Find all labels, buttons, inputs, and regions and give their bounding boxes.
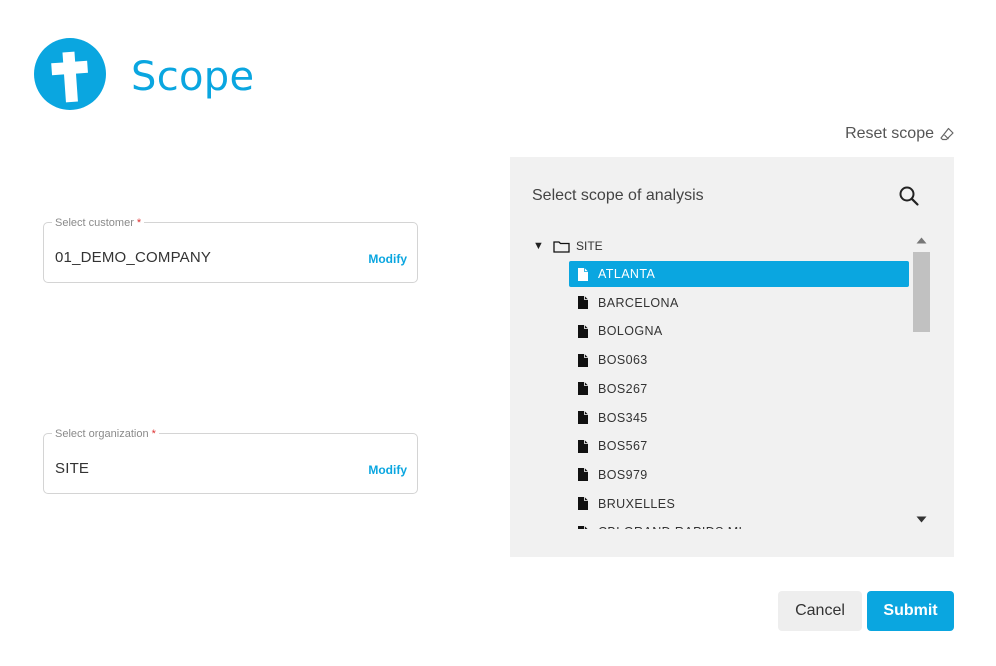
- tree-scrollbar[interactable]: [911, 230, 932, 529]
- cross-logo-icon: [34, 38, 106, 110]
- organization-value: SITE: [55, 460, 90, 477]
- modify-customer-button[interactable]: Modify: [368, 252, 407, 266]
- tree-item[interactable]: CBI GRAND RAPIDS MI: [569, 519, 909, 529]
- tree-item-label: BOS063: [598, 353, 648, 368]
- cancel-button[interactable]: Cancel: [778, 591, 862, 631]
- submit-button[interactable]: Submit: [867, 591, 954, 631]
- organization-label-text: Select organization: [55, 428, 149, 440]
- modify-organization-button[interactable]: Modify: [368, 463, 407, 477]
- search-icon[interactable]: [898, 185, 920, 207]
- customer-field-label: Select customer *: [52, 217, 145, 229]
- file-icon: [578, 353, 588, 367]
- tree-item-label: ATLANTA: [598, 267, 656, 281]
- file-icon: [578, 525, 588, 529]
- tree-item-label: BOLOGNA: [598, 324, 663, 339]
- tree-item[interactable]: BOS979: [569, 462, 909, 488]
- scope-heading: Select scope of analysis: [532, 187, 704, 204]
- tree-item[interactable]: BOS063: [569, 347, 909, 373]
- tree-item-label: BOS567: [598, 439, 648, 454]
- tree-item[interactable]: BOLOGNA: [569, 318, 909, 344]
- file-icon: [578, 497, 588, 511]
- organization-field: Select organization * SITE Modify: [43, 428, 418, 494]
- tree-item[interactable]: BARCELONA: [569, 290, 909, 316]
- customer-label-text: Select customer: [55, 217, 134, 229]
- scope-panel: Select scope of analysis ▼ SITE ATLANTA B…: [510, 157, 954, 557]
- organization-field-label: Select organization *: [52, 428, 159, 440]
- file-icon: [578, 267, 588, 281]
- file-icon: [578, 296, 588, 310]
- tree-item[interactable]: ATLANTA: [569, 261, 909, 287]
- customer-value: 01_DEMO_COMPANY: [55, 249, 212, 266]
- file-icon: [578, 439, 588, 453]
- customer-field: Select customer * 01_DEMO_COMPANY Modify: [43, 217, 418, 283]
- eraser-icon: [940, 127, 954, 141]
- tree-item[interactable]: BRUXELLES: [569, 491, 909, 517]
- tree-item-label: BRUXELLES: [598, 496, 676, 511]
- scrollbar-thumb[interactable]: [913, 252, 930, 332]
- page-title: Scope: [131, 54, 255, 100]
- file-icon: [578, 324, 588, 338]
- expand-toggle-icon[interactable]: ▼: [533, 240, 547, 252]
- tree-root-label: SITE: [576, 239, 603, 253]
- tree-item-label: BARCELONA: [598, 295, 679, 310]
- reset-scope-link[interactable]: Reset scope: [845, 125, 955, 143]
- file-icon: [578, 382, 588, 396]
- reset-scope-label: Reset scope: [845, 125, 934, 142]
- scroll-up-icon[interactable]: [911, 230, 932, 250]
- tree-item[interactable]: BOS345: [569, 405, 909, 431]
- required-marker: *: [136, 217, 142, 229]
- scroll-down-icon[interactable]: [911, 509, 932, 529]
- folder-icon: [553, 240, 570, 253]
- file-icon: [578, 468, 588, 482]
- required-marker: *: [151, 428, 156, 440]
- tree-item-label: BOS979: [598, 467, 648, 482]
- tree-item-label: BOS267: [598, 381, 648, 396]
- scope-tree: ▼ SITE ATLANTA BARCELONA BOLOGNA BOS063 BOS2…: [530, 230, 911, 529]
- tree-item-label: CBI GRAND RAPIDS MI: [598, 525, 742, 529]
- file-icon: [578, 411, 588, 424]
- tree-item[interactable]: BOS567: [569, 433, 909, 459]
- tree-item[interactable]: BOS267: [569, 376, 909, 402]
- tree-root-site[interactable]: ▼ SITE: [530, 237, 603, 255]
- tree-item-label: BOS345: [598, 410, 648, 425]
